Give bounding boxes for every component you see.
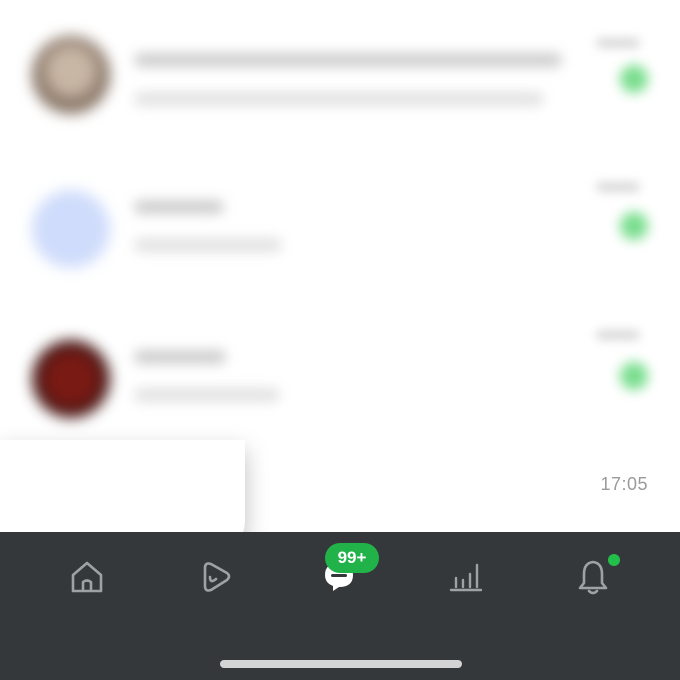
chat-time-blurred [596,330,640,340]
nav-home[interactable] [57,552,117,602]
unread-count-badge: 99+ [325,543,379,573]
avatar [32,340,110,418]
notification-dot [608,554,620,566]
nav-video[interactable] [185,552,245,602]
nav-stats[interactable] [436,552,496,602]
unread-indicator [620,362,648,390]
chat-list: 17:05 [0,0,680,532]
chat-row[interactable] [0,150,680,300]
home-indicator[interactable] [220,660,462,668]
bell-icon [578,560,608,595]
chat-time-blurred [596,182,640,192]
chat-title-blurred [134,200,224,214]
chat-time-blurred [596,38,640,48]
chat-row[interactable] [0,300,680,450]
play-icon [203,562,231,592]
unread-indicator [620,212,648,240]
chat-row[interactable] [0,0,680,150]
avatar [32,190,110,268]
bottom-nav-bar: 99+ [0,532,680,680]
swipe-overlay [0,440,245,532]
chat-preview-blurred [134,238,282,252]
unread-indicator [620,65,648,93]
avatar [32,36,110,114]
chat-title-blurred [134,53,562,67]
chat-title-blurred [134,350,226,364]
home-icon [71,561,103,593]
chat-preview-blurred [134,92,544,106]
chat-timestamp: 17:05 [600,474,648,494]
bar-chart-icon [449,563,483,592]
chat-preview-blurred [134,388,280,402]
